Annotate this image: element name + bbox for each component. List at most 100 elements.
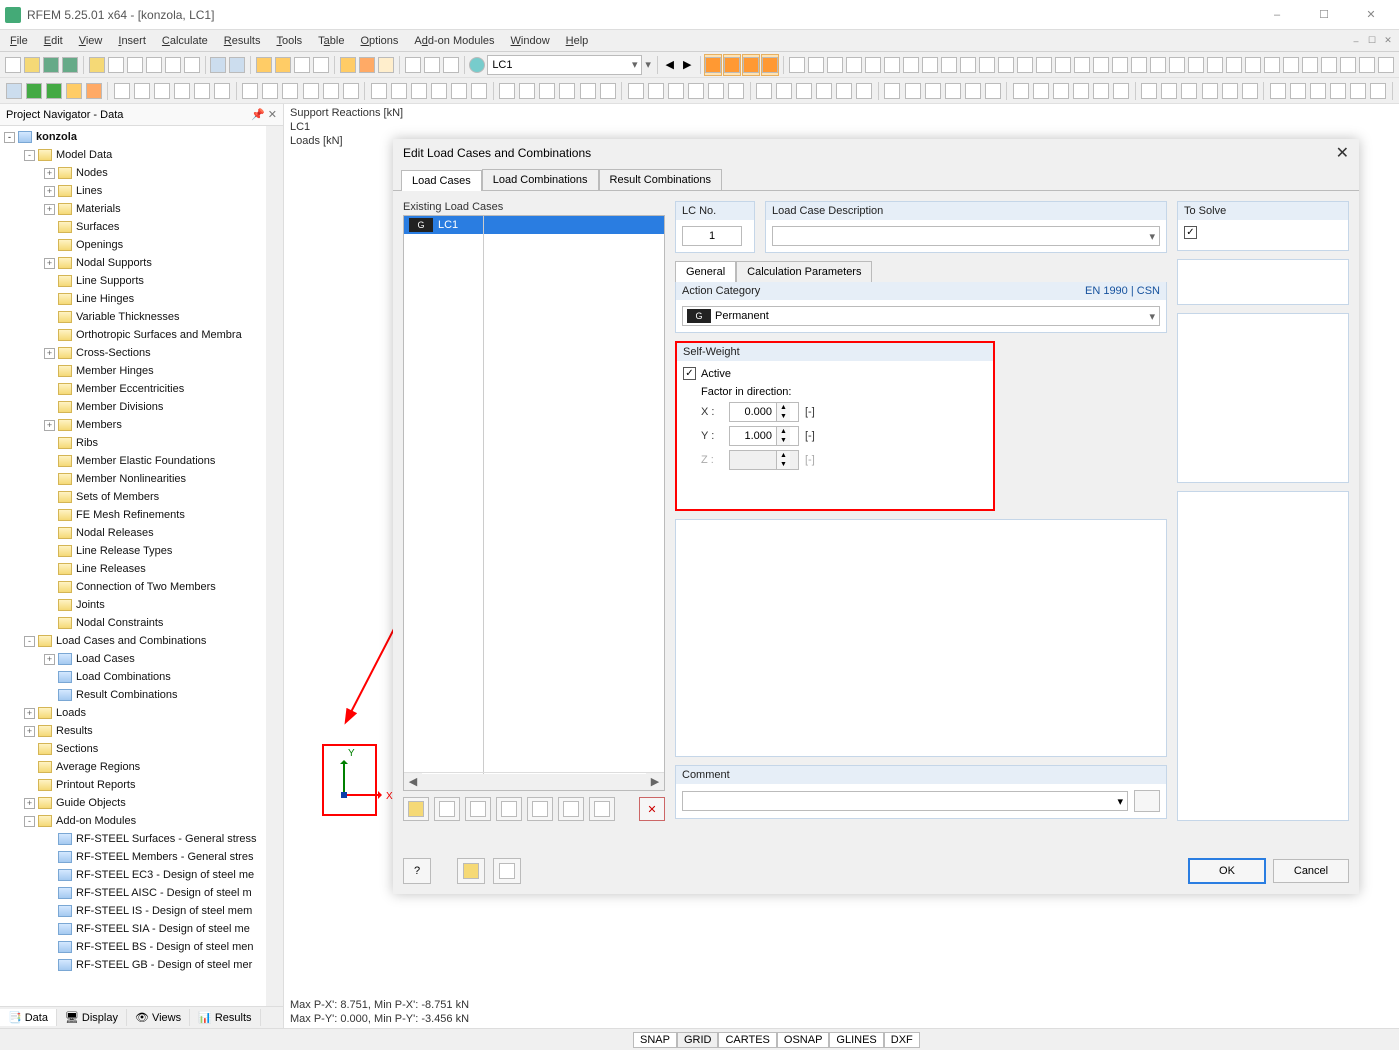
toolbar1-icon-15[interactable] — [1073, 54, 1091, 76]
toolbar2-icon-45[interactable] — [1072, 80, 1091, 102]
menu-insert[interactable]: Insert — [110, 33, 154, 49]
toolbar2-icon-49[interactable] — [1160, 80, 1179, 102]
new-icon[interactable] — [4, 54, 22, 76]
toolbar1-icon-8[interactable] — [940, 54, 958, 76]
new-lc-button[interactable] — [403, 797, 429, 821]
footer-btn-3[interactable] — [493, 858, 521, 884]
tool-btn-6[interactable] — [558, 797, 584, 821]
toolbar2-icon-23[interactable] — [598, 80, 617, 102]
toolbar2-icon-38[interactable] — [923, 80, 942, 102]
tree-item[interactable]: -Load Cases and Combinations — [0, 632, 283, 650]
toolbar2-icon-21[interactable] — [558, 80, 577, 102]
zoom-icon[interactable] — [293, 54, 311, 76]
open-icon[interactable] — [23, 54, 41, 76]
toolbar1-icon-5[interactable] — [883, 54, 901, 76]
toolbar1-icon-17[interactable] — [1111, 54, 1129, 76]
lc-row-1[interactable]: G LC1 — [404, 216, 664, 234]
save-icon[interactable] — [42, 54, 60, 76]
toolbar2-icon-43[interactable] — [1031, 80, 1050, 102]
toolbar1-icon-11[interactable] — [997, 54, 1015, 76]
mdi-restore-icon[interactable]: ☐ — [1365, 34, 1379, 48]
draw-line2-icon[interactable] — [44, 80, 63, 102]
tree-item[interactable]: Line Supports — [0, 272, 283, 290]
minimize-button[interactable]: – — [1254, 1, 1300, 29]
tree-item[interactable]: +Members — [0, 416, 283, 434]
status-cartes[interactable]: CARTES — [718, 1032, 776, 1048]
tree-expander-icon[interactable]: - — [24, 636, 35, 647]
toolbar2-icon-20[interactable] — [538, 80, 557, 102]
toolbar2-icon-12[interactable] — [369, 80, 388, 102]
maximize-button[interactable]: ☐ — [1301, 1, 1347, 29]
tree-expander-icon[interactable]: + — [44, 204, 55, 215]
open-folder-icon[interactable] — [88, 54, 106, 76]
toolbar2-icon-59[interactable] — [1369, 80, 1388, 102]
toolbar2-icon-40[interactable] — [963, 80, 982, 102]
toolbar1-icon-0[interactable] — [788, 54, 806, 76]
tree-item[interactable]: RF-STEEL EC3 - Design of steel me — [0, 866, 283, 884]
toolbar2-icon-41[interactable] — [983, 80, 1002, 102]
tree-item[interactable]: Surfaces — [0, 218, 283, 236]
toolbar2-icon-16[interactable] — [450, 80, 469, 102]
active-res4-icon[interactable] — [761, 54, 779, 76]
footer-btn-2[interactable] — [457, 858, 485, 884]
tree-item[interactable]: Connection of Two Members — [0, 578, 283, 596]
toolbar2-icon-11[interactable] — [341, 80, 360, 102]
tree-item[interactable]: Member Nonlinearities — [0, 470, 283, 488]
toolbar2-icon-25[interactable] — [646, 80, 665, 102]
menu-tools[interactable]: Tools — [268, 33, 310, 49]
inner-tab-calc-params[interactable]: Calculation Parameters — [736, 261, 872, 282]
lcno-input[interactable] — [682, 226, 742, 246]
tree-expander-icon[interactable]: + — [44, 186, 55, 197]
comment-edit-button[interactable] — [1134, 790, 1160, 812]
factor-x-spinner[interactable]: ▲▼ — [729, 402, 799, 422]
tree-expander-icon[interactable]: + — [44, 654, 55, 665]
dialog-close-icon[interactable]: ✕ — [1336, 143, 1349, 163]
toolbar2-icon-34[interactable] — [835, 80, 854, 102]
tree-expander-icon[interactable]: + — [44, 168, 55, 179]
toolbar2-icon-48[interactable] — [1140, 80, 1159, 102]
toolbar1-icon-29[interactable] — [1339, 54, 1357, 76]
toolbar2-icon-35[interactable] — [855, 80, 874, 102]
scroll-right-icon[interactable]: ▶ — [646, 773, 664, 791]
toolbar1-icon-19[interactable] — [1149, 54, 1167, 76]
toolbar2-icon-32[interactable] — [795, 80, 814, 102]
tree-expander-icon[interactable]: - — [4, 132, 15, 143]
tree-item[interactable]: RF-STEEL Members - General stres — [0, 848, 283, 866]
toolbar1-icon-28[interactable] — [1320, 54, 1338, 76]
toolbar2-icon-1[interactable] — [132, 80, 151, 102]
toolbar2-icon-24[interactable] — [626, 80, 645, 102]
cancel-button[interactable]: Cancel — [1273, 859, 1349, 883]
tree-expander-icon[interactable]: + — [44, 420, 55, 431]
redo-icon[interactable] — [228, 54, 246, 76]
render2-icon[interactable] — [274, 54, 292, 76]
ok-button[interactable]: OK — [1189, 859, 1265, 883]
tree-item[interactable]: +Lines — [0, 182, 283, 200]
tool-btn-7[interactable] — [589, 797, 615, 821]
menu-file[interactable]: File — [2, 33, 36, 49]
tree-item[interactable]: Ribs — [0, 434, 283, 452]
status-dxf[interactable]: DXF — [884, 1032, 920, 1048]
globe-icon[interactable] — [468, 54, 486, 76]
tree-item[interactable]: Line Releases — [0, 560, 283, 578]
toolbar1-icon-21[interactable] — [1187, 54, 1205, 76]
action-category-select[interactable]: G Permanent ▾ — [682, 306, 1160, 326]
toolbar1-icon-12[interactable] — [1016, 54, 1034, 76]
toolbar1-icon-18[interactable] — [1130, 54, 1148, 76]
tool-btn-4[interactable] — [496, 797, 522, 821]
menu-table[interactable]: Table — [310, 33, 352, 49]
spin-up-icon[interactable]: ▲ — [776, 403, 790, 412]
toolbar2-icon-36[interactable] — [883, 80, 902, 102]
tree-item[interactable]: Member Eccentricities — [0, 380, 283, 398]
toolbar1-icon-16[interactable] — [1092, 54, 1110, 76]
nav-tab-data[interactable]: 📑 Data — [0, 1009, 57, 1026]
active-checkbox[interactable]: ✓ — [683, 367, 696, 380]
tree-item[interactable]: +Results — [0, 722, 283, 740]
factor-y-input[interactable] — [730, 429, 776, 443]
tree-item[interactable]: -Model Data — [0, 146, 283, 164]
toolbar1-icon-31[interactable] — [1377, 54, 1395, 76]
tree-item[interactable]: +Load Cases — [0, 650, 283, 668]
toolbar2-icon-47[interactable] — [1112, 80, 1131, 102]
toolbar2-icon-51[interactable] — [1200, 80, 1219, 102]
print-icon[interactable] — [107, 54, 125, 76]
help-button[interactable]: ? — [403, 858, 431, 884]
